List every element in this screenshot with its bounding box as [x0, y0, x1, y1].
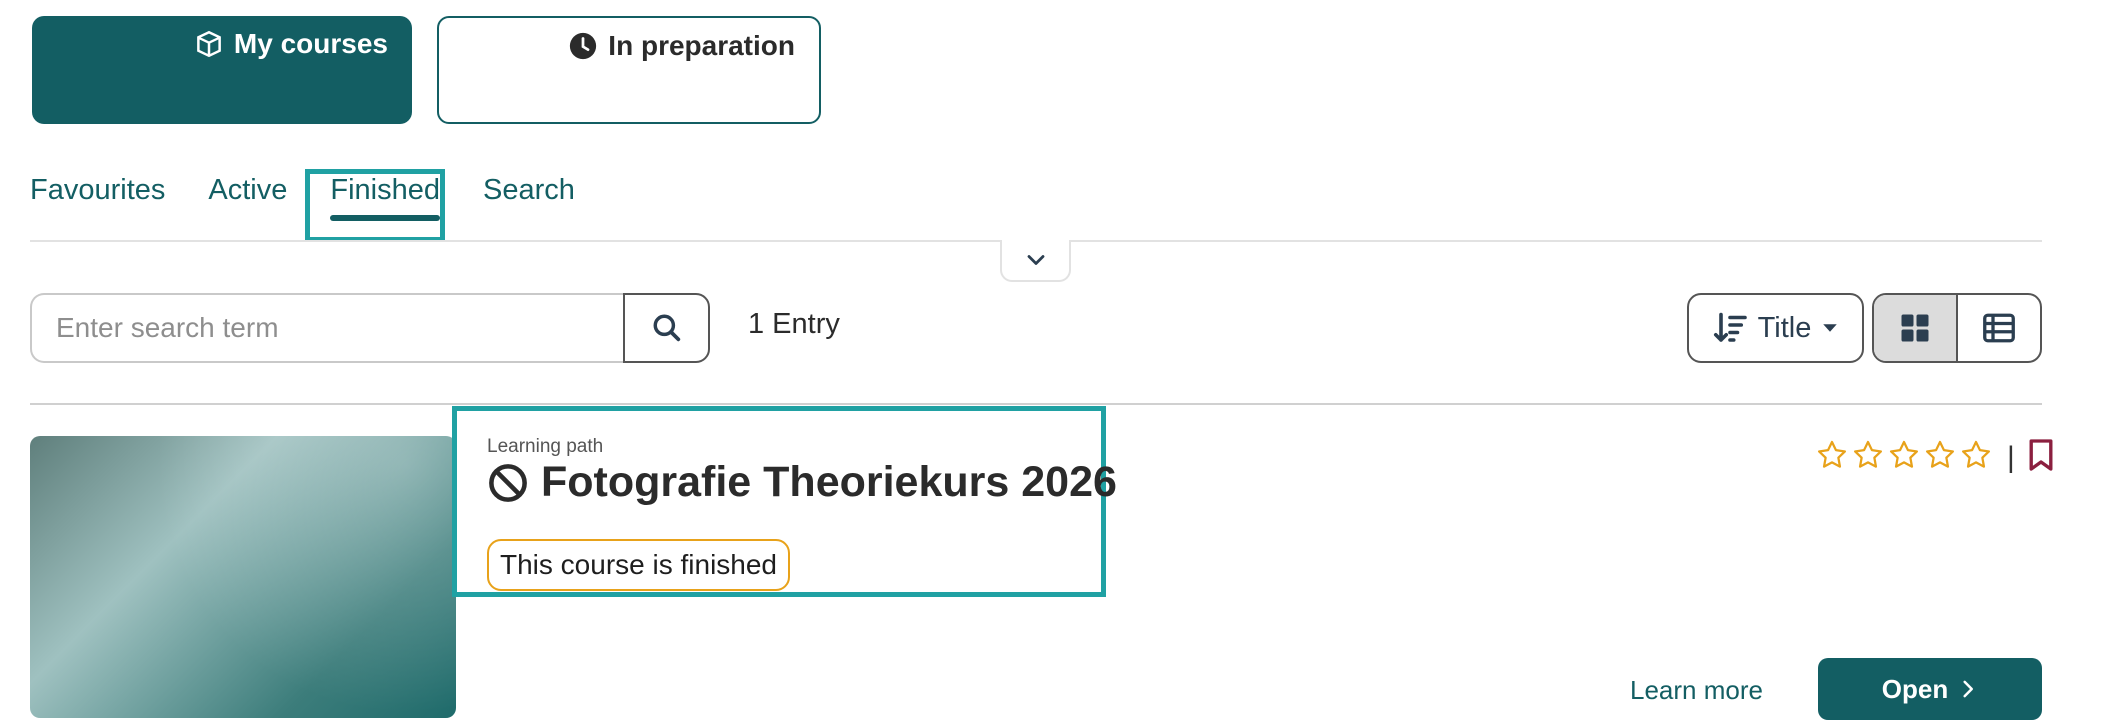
search-input[interactable] [30, 293, 623, 363]
open-button[interactable]: Open [1818, 658, 2042, 720]
cube-icon [197, 30, 221, 58]
sort-dropdown[interactable]: Title [1687, 293, 1864, 363]
tab-my-courses[interactable]: My courses [32, 16, 412, 124]
open-button-label: Open [1881, 673, 1949, 704]
search-button[interactable] [623, 293, 710, 363]
tab-active[interactable]: Active [208, 174, 287, 213]
sort-label: Title [1757, 311, 1812, 344]
grid-icon [1901, 314, 1929, 342]
clock-icon [570, 32, 597, 60]
sort-icon [1713, 312, 1747, 342]
status-badge: This course is finished [487, 539, 791, 591]
expand-filters-button[interactable] [1000, 240, 1071, 282]
tab-favourites[interactable]: Favourites [30, 174, 165, 213]
tab-search[interactable]: Search [483, 174, 575, 213]
star-icon[interactable] [1815, 438, 1849, 477]
chevron-down-icon [1027, 255, 1044, 265]
focus-highlight [305, 169, 445, 242]
star-icon[interactable] [1923, 438, 1957, 477]
tab-in-preparation-label: In preparation [608, 30, 795, 61]
course-title-text: Fotografie Theoriekurs 2026 [541, 458, 1117, 506]
view-toggle [1872, 293, 2042, 363]
result-count: 1 Entry [748, 308, 840, 340]
learn-more-link[interactable]: Learn more [1630, 675, 1763, 706]
list-view-button[interactable] [1958, 295, 2040, 361]
search-icon [653, 314, 680, 342]
tab-in-preparation[interactable]: In preparation [437, 16, 821, 124]
rating-separator: | [2007, 440, 2015, 474]
star-icon[interactable] [1959, 438, 1993, 477]
ban-icon [489, 463, 527, 502]
rating: | [1815, 438, 2055, 477]
table-list-icon [1983, 313, 2015, 343]
caret-down-icon [1823, 324, 1838, 332]
star-icon[interactable] [1887, 438, 1921, 477]
course-type-label: Learning path [487, 436, 604, 457]
star-icon[interactable] [1851, 438, 1885, 477]
tab-my-courses-label: My courses [233, 28, 388, 59]
course-title[interactable]: Fotografie Theoriekurs 2026 [487, 458, 1117, 507]
divider [30, 403, 2042, 405]
chevron-right-icon [1963, 680, 1974, 698]
course-thumbnail[interactable] [30, 436, 456, 718]
bookmark-icon[interactable] [2027, 438, 2055, 477]
grid-view-button[interactable] [1874, 295, 1958, 361]
search-bar [30, 293, 710, 363]
